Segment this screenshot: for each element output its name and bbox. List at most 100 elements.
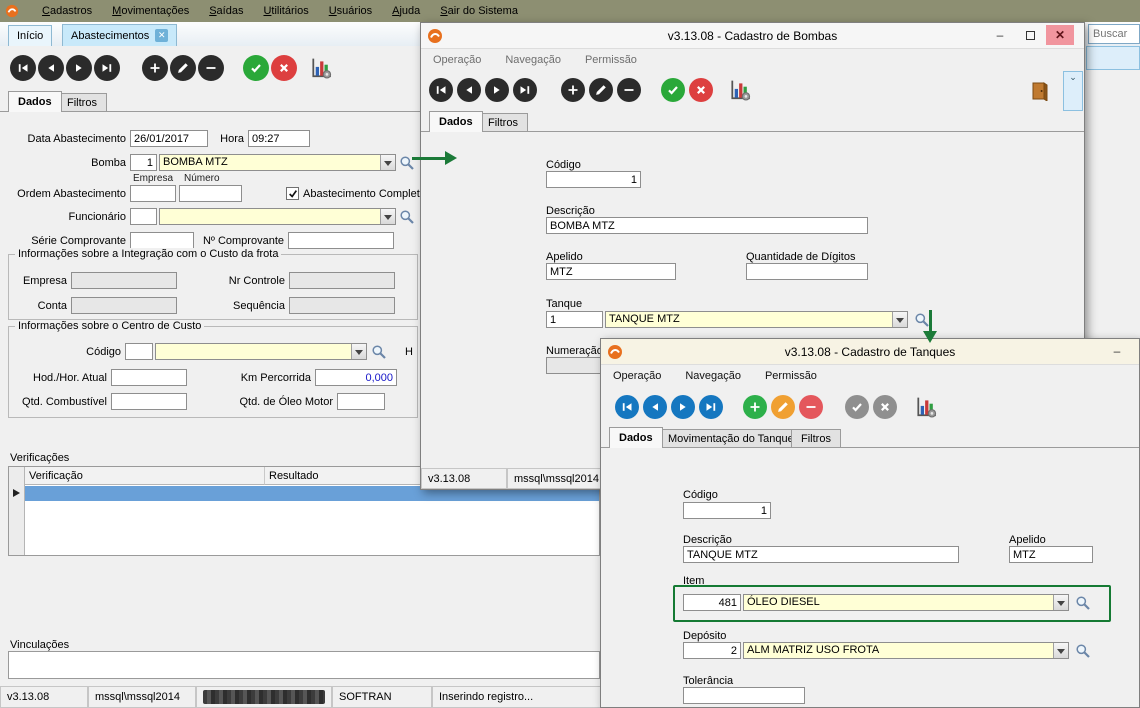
delete-record-button[interactable] xyxy=(617,78,641,102)
qtd-oleo-motor-field[interactable] xyxy=(337,393,385,410)
centro-custo-lookup-button[interactable] xyxy=(371,344,387,360)
nav-prev-button[interactable] xyxy=(38,55,64,81)
quantidade-digitos-field[interactable] xyxy=(746,263,868,280)
item-combo[interactable]: ÓLEO DIESEL xyxy=(743,594,1069,611)
confirm-button[interactable] xyxy=(243,55,269,81)
bombas-titlebar[interactable]: v3.13.08 - Cadastro de Bombas – ✕ xyxy=(421,23,1084,49)
menu-permissao[interactable]: Permissão xyxy=(765,370,817,382)
funcionario-combo[interactable] xyxy=(159,208,396,225)
nav-last-button[interactable] xyxy=(94,55,120,81)
serie-comprovante-field[interactable] xyxy=(130,232,194,249)
num-comprovante-field[interactable] xyxy=(288,232,394,249)
maximize-button[interactable] xyxy=(1016,25,1044,45)
menu-operacao[interactable]: Operação xyxy=(433,54,481,66)
chevron-down-icon[interactable] xyxy=(380,155,395,170)
exit-door-button[interactable] xyxy=(1027,78,1053,104)
nav-next-button[interactable] xyxy=(485,78,509,102)
km-percorrida-field[interactable] xyxy=(315,369,397,386)
centro-custo-combo[interactable] xyxy=(155,343,367,360)
nav-prev-button[interactable] xyxy=(643,395,667,419)
abastecimento-completo-checkbox[interactable] xyxy=(286,187,299,200)
bombas-tab-filtros[interactable]: Filtros xyxy=(478,113,528,132)
ordem-numero-field[interactable] xyxy=(179,185,242,202)
menu-ajuda[interactable]: Ajuda xyxy=(392,5,420,17)
bomba-code-field[interactable] xyxy=(130,154,157,171)
chevron-down-icon[interactable] xyxy=(351,344,366,359)
tanque-combo[interactable]: TANQUE MTZ xyxy=(605,311,908,328)
subtab-dados[interactable]: Dados xyxy=(8,91,62,112)
nav-first-button[interactable] xyxy=(615,395,639,419)
qtd-combustivel-field[interactable] xyxy=(111,393,187,410)
nav-last-button[interactable] xyxy=(513,78,537,102)
chart-report-button[interactable] xyxy=(308,55,334,81)
tanque-code-field[interactable] xyxy=(546,311,603,328)
minimize-button[interactable]: – xyxy=(986,25,1014,45)
item-lookup-button[interactable] xyxy=(1075,595,1091,611)
cancel-button[interactable] xyxy=(689,78,713,102)
tanques-tab-movimentacao[interactable]: Movimentação do Tanque xyxy=(658,429,804,448)
codigo-field[interactable] xyxy=(683,502,771,519)
menu-usuarios[interactable]: Usuários xyxy=(329,5,372,17)
cancel-button[interactable] xyxy=(873,395,897,419)
tanques-titlebar[interactable]: v3.13.08 - Cadastro de Tanques – xyxy=(601,339,1139,365)
close-button[interactable]: ✕ xyxy=(1046,25,1074,45)
menu-permissao[interactable]: Permissão xyxy=(585,54,637,66)
chevron-down-icon[interactable] xyxy=(892,312,907,327)
item-code-field[interactable] xyxy=(683,594,741,611)
chart-report-button[interactable] xyxy=(913,394,939,420)
nav-next-button[interactable] xyxy=(66,55,92,81)
tolerancia-field[interactable] xyxy=(683,687,805,704)
nav-last-button[interactable] xyxy=(699,395,723,419)
vinculacoes-panel[interactable] xyxy=(8,651,600,679)
deposito-combo[interactable]: ALM MATRIZ USO FROTA xyxy=(743,642,1069,659)
delete-record-button[interactable] xyxy=(198,55,224,81)
edit-record-button[interactable] xyxy=(771,395,795,419)
tab-close-icon[interactable]: ✕ xyxy=(155,29,168,42)
ordem-empresa-field[interactable] xyxy=(130,185,176,202)
codigo-field[interactable] xyxy=(546,171,641,188)
subtab-filtros[interactable]: Filtros xyxy=(57,93,107,112)
add-record-button[interactable] xyxy=(561,78,585,102)
menu-navegacao[interactable]: Navegação xyxy=(505,54,561,66)
menu-utilitarios[interactable]: Utilitários xyxy=(263,5,308,17)
menu-sair[interactable]: Sair do Sistema xyxy=(440,5,518,17)
minimize-button[interactable]: – xyxy=(1103,341,1131,361)
edit-record-button[interactable] xyxy=(170,55,196,81)
hora-field[interactable] xyxy=(248,130,310,147)
menu-saidas[interactable]: Saídas xyxy=(209,5,243,17)
confirm-button[interactable] xyxy=(661,78,685,102)
deposito-code-field[interactable] xyxy=(683,642,741,659)
descricao-field[interactable] xyxy=(546,217,868,234)
edit-record-button[interactable] xyxy=(589,78,613,102)
search-input[interactable] xyxy=(1088,24,1140,44)
nav-next-button[interactable] xyxy=(671,395,695,419)
menu-operacao[interactable]: Operação xyxy=(613,370,661,382)
funcionario-lookup-button[interactable] xyxy=(399,209,415,225)
toolbar-overflow-strip[interactable]: ⌄ xyxy=(1063,71,1083,111)
hod-hor-atual-field[interactable] xyxy=(111,369,187,386)
funcionario-code-field[interactable] xyxy=(130,208,157,225)
col-verificacao-header[interactable]: Verificação xyxy=(25,467,265,485)
chevron-down-icon[interactable] xyxy=(1053,643,1068,658)
delete-record-button[interactable] xyxy=(799,395,823,419)
tanques-tab-filtros[interactable]: Filtros xyxy=(791,429,841,448)
confirm-button[interactable] xyxy=(845,395,869,419)
nav-prev-button[interactable] xyxy=(457,78,481,102)
add-record-button[interactable] xyxy=(142,55,168,81)
apelido-field[interactable] xyxy=(546,263,676,280)
chevron-down-icon[interactable] xyxy=(1053,595,1068,610)
chart-report-button[interactable] xyxy=(727,77,753,103)
menu-cadastros[interactable]: Cadastros xyxy=(42,5,92,17)
tab-abastecimentos[interactable]: Abastecimentos ✕ xyxy=(62,24,177,46)
add-record-button[interactable] xyxy=(743,395,767,419)
deposito-lookup-button[interactable] xyxy=(1075,643,1091,659)
nav-first-button[interactable] xyxy=(429,78,453,102)
bombas-tab-dados[interactable]: Dados xyxy=(429,111,483,132)
apelido-field[interactable] xyxy=(1009,546,1093,563)
descricao-field[interactable] xyxy=(683,546,959,563)
cancel-button[interactable] xyxy=(271,55,297,81)
menu-movimentacoes[interactable]: Movimentações xyxy=(112,5,189,17)
chevron-down-icon[interactable] xyxy=(380,209,395,224)
nav-first-button[interactable] xyxy=(10,55,36,81)
bomba-combo[interactable]: BOMBA MTZ xyxy=(159,154,396,171)
